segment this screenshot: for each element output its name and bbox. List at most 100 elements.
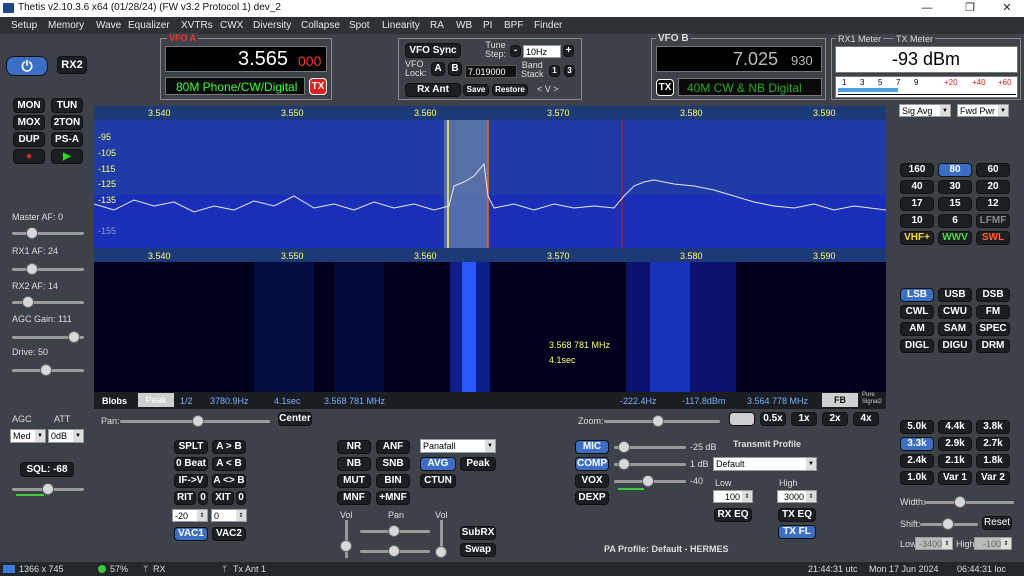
play-button[interactable]: ▶ <box>51 149 83 164</box>
filter-2k4-button[interactable]: 2.4k <box>900 454 934 468</box>
vfo-sync-button[interactable]: VFO Sync <box>405 43 461 58</box>
vfo-lock-a-button[interactable]: A <box>431 62 445 76</box>
filter-2k7-button[interactable]: 2.7k <box>976 437 1010 451</box>
filter-5k-button[interactable]: 5.0k <box>900 420 934 434</box>
menu-collapse[interactable]: Collapse <box>301 20 340 31</box>
mode-am-button[interactable]: AM <box>900 322 934 336</box>
band-stack-1-button[interactable]: 1 <box>549 65 560 77</box>
zoom-025x-button[interactable] <box>729 412 755 426</box>
record-button[interactable]: ● <box>13 149 45 164</box>
tune-step-plus-button[interactable]: + <box>563 45 574 57</box>
filter-4k4-button[interactable]: 4.4k <box>938 420 972 434</box>
squelch-button[interactable]: SQL: -68 <box>20 462 74 477</box>
display-mode-select[interactable]: Panafall ▼ <box>420 439 496 453</box>
dexp-button[interactable]: DEXP <box>575 491 609 505</box>
filter-3k8-button[interactable]: 3.8k <box>976 420 1010 434</box>
band-15-button[interactable]: 15 <box>938 197 972 211</box>
pan-mix-slider-2[interactable] <box>360 545 430 557</box>
ps-a-button[interactable]: PS-A <box>51 132 83 147</box>
mode-lsb-button[interactable]: LSB <box>900 288 934 302</box>
if-to-v-button[interactable]: IF->V <box>174 474 208 488</box>
agc-gain-slider[interactable] <box>12 331 84 343</box>
band-vhf-button[interactable]: VHF+ <box>900 231 934 245</box>
zoom-4x-button[interactable]: 4x <box>853 412 879 426</box>
filter-width-slider[interactable] <box>924 496 1014 508</box>
plus-mnf-button[interactable]: +MNF <box>376 491 410 505</box>
mode-usb-button[interactable]: USB <box>938 288 972 302</box>
mode-digl-button[interactable]: DIGL <box>900 339 934 353</box>
vox-button[interactable]: VOX <box>575 474 609 488</box>
mic-gain-slider[interactable] <box>614 441 686 453</box>
menu-spot[interactable]: Spot <box>349 20 370 31</box>
tun-button[interactable]: TUN <box>51 98 83 113</box>
menu-ra[interactable]: RA <box>430 20 444 31</box>
band-10-button[interactable]: 10 <box>900 214 934 228</box>
band-30-button[interactable]: 30 <box>938 180 972 194</box>
mute-button[interactable]: MUT <box>337 474 371 488</box>
mode-cwl-button[interactable]: CWL <box>900 305 934 319</box>
xit-value[interactable]: 0 ⇕ <box>211 509 247 522</box>
mode-cwu-button[interactable]: CWU <box>938 305 972 319</box>
menu-finder[interactable]: Finder <box>534 20 562 31</box>
mode-dsb-button[interactable]: DSB <box>976 288 1010 302</box>
mnf-button[interactable]: MNF <box>337 491 371 505</box>
menu-xvtrs[interactable]: XVTRs <box>181 20 213 31</box>
squelch-slider[interactable] <box>12 483 84 495</box>
zoom-slider[interactable] <box>604 415 720 427</box>
pan-slider[interactable] <box>120 415 270 427</box>
split-button[interactable]: SPLT <box>174 440 208 454</box>
band-wwv-button[interactable]: WWV <box>938 231 972 245</box>
filter-low-field[interactable]: -3400 ⇕ <box>915 537 953 550</box>
minimize-button[interactable]: — <box>912 0 942 17</box>
filter-var2-button[interactable]: Var 2 <box>976 471 1010 485</box>
nb-button[interactable]: NB <box>337 457 371 471</box>
mode-spec-button[interactable]: SPEC <box>976 322 1010 336</box>
main-vol-slider[interactable] <box>435 520 447 558</box>
band-20-button[interactable]: 20 <box>976 180 1010 194</box>
rx-eq-button[interactable]: RX EQ <box>714 508 752 522</box>
swap-button[interactable]: Swap <box>460 543 496 557</box>
ctun-button[interactable]: CTUN <box>420 474 456 488</box>
mode-digu-button[interactable]: DIGU <box>938 339 972 353</box>
transmit-profile-select[interactable]: Default ▼ <box>713 457 817 471</box>
rit-zero-button[interactable]: 0 <box>198 491 208 505</box>
filter-var1-button[interactable]: Var 1 <box>938 471 972 485</box>
tx-high-field[interactable]: 3000 ⇕ <box>777 490 817 503</box>
vfo-b-tx-button[interactable]: TX <box>656 79 674 96</box>
2ton-button[interactable]: 2TON <box>51 115 83 130</box>
zoom-1x-button[interactable]: 1x <box>791 412 817 426</box>
menu-wave[interactable]: Wave <box>96 20 121 31</box>
menu-setup[interactable]: Setup <box>11 20 37 31</box>
bin-button[interactable]: BIN <box>376 474 410 488</box>
menu-linearity[interactable]: Linearity <box>382 20 420 31</box>
band-swl-button[interactable]: SWL <box>976 231 1010 245</box>
avg-button[interactable]: AVG <box>420 457 456 471</box>
mode-fm-button[interactable]: FM <box>976 305 1010 319</box>
menu-pi[interactable]: PI <box>483 20 492 31</box>
peak-button[interactable]: Peak <box>138 393 174 407</box>
a-swap-b-button[interactable]: A <> B <box>212 474 246 488</box>
subrx-button[interactable]: SubRX <box>460 526 496 540</box>
menu-bpf[interactable]: BPF <box>504 20 523 31</box>
filter-1k8-button[interactable]: 1.8k <box>976 454 1010 468</box>
band-160-button[interactable]: 160 <box>900 163 934 177</box>
filter-high-field[interactable]: -100 ⇕ <box>974 537 1012 550</box>
band-stack-nav[interactable]: < V > <box>537 84 559 94</box>
zoom-2x-button[interactable]: 2x <box>822 412 848 426</box>
comp-button[interactable]: COMP <box>575 457 609 471</box>
mode-drm-button[interactable]: DRM <box>976 339 1010 353</box>
mic-button[interactable]: MIC <box>575 440 609 454</box>
nr-button[interactable]: NR <box>337 440 371 454</box>
tx-eq-button[interactable]: TX EQ <box>778 508 816 522</box>
filter-shift-slider[interactable] <box>920 518 978 530</box>
mode-sam-button[interactable]: SAM <box>938 322 972 336</box>
menu-memory[interactable]: Memory <box>48 20 84 31</box>
band-80-button[interactable]: 80 <box>938 163 972 177</box>
a-to-b-button[interactable]: A > B <box>212 440 246 454</box>
menu-equalizer[interactable]: Equalizer <box>128 20 170 31</box>
filter-2k1-button[interactable]: 2.1k <box>938 454 972 468</box>
drive-slider[interactable] <box>12 364 84 376</box>
zero-beat-button[interactable]: 0 Beat <box>174 457 208 471</box>
tx-ant-status[interactable]: Tx Ant 1 <box>233 564 266 574</box>
att-select[interactable]: 0dB ▼ <box>48 429 84 443</box>
